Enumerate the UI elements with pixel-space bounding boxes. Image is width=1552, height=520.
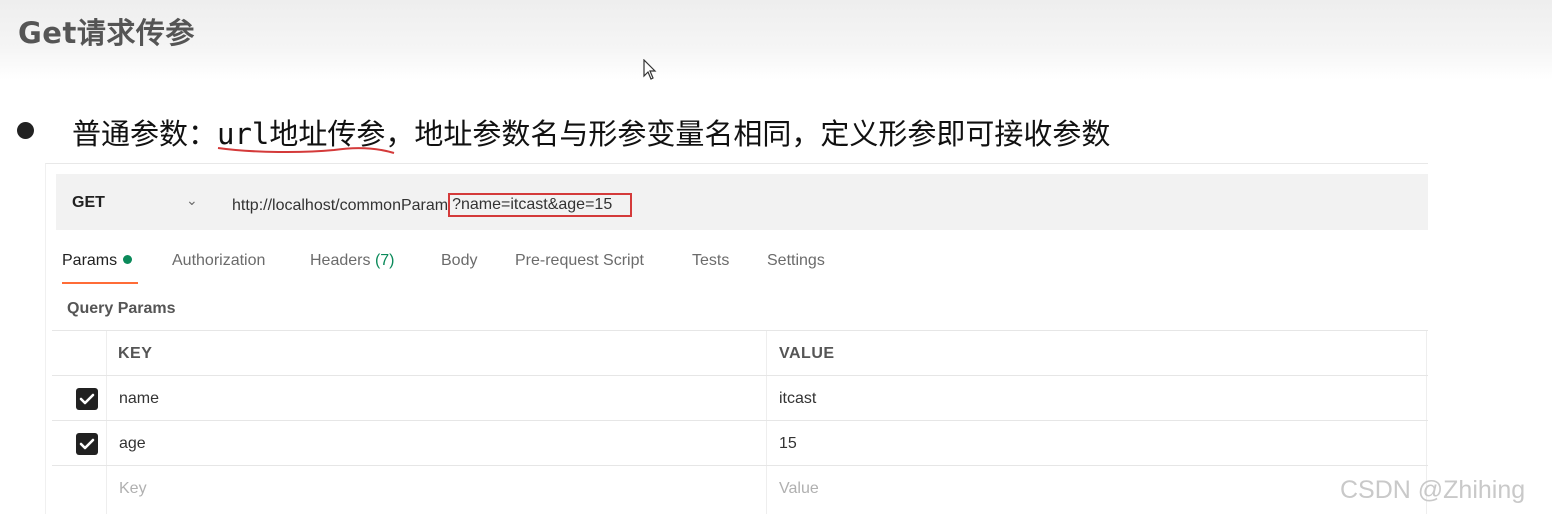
slide-header: Get请求传参: [0, 0, 1552, 80]
row-checkbox[interactable]: [76, 388, 98, 410]
table-row-empty: Key Value: [52, 465, 1428, 511]
table-row: age 15: [52, 420, 1428, 466]
tab-pre-request-script[interactable]: Pre-request Script: [515, 252, 644, 270]
mouse-cursor-icon: [643, 59, 657, 80]
query-params-label: Query Params: [67, 300, 176, 317]
tab-authorization[interactable]: Authorization: [172, 252, 265, 270]
param-key[interactable]: name: [119, 376, 159, 421]
table-header-row: KEY VALUE: [52, 330, 1428, 376]
tab-headers[interactable]: Headers (7): [310, 252, 395, 270]
params-status-dot: [123, 255, 133, 264]
red-annotation-underline: [217, 147, 395, 154]
param-key[interactable]: age: [119, 421, 146, 466]
slide-title: Get请求传参: [18, 16, 195, 50]
row-checkbox[interactable]: [76, 433, 98, 455]
postman-request-panel: GET ⌄ http://localhost/commonParam ?name=…: [45, 163, 1428, 514]
column-header-value: VALUE: [779, 345, 835, 362]
tab-params[interactable]: Params: [62, 252, 138, 284]
url-input[interactable]: http://localhost/commonParam ?name=itcast…: [232, 193, 633, 218]
table-row: name itcast: [52, 375, 1428, 421]
watermark: CSDN @Zhihing: [1340, 476, 1526, 504]
active-tab-underline: [62, 282, 138, 284]
url-bar: GET ⌄ http://localhost/commonParam ?name=…: [56, 174, 1428, 230]
url-query-highlight: ?name=itcast&age=15: [448, 193, 633, 217]
query-params-table: KEY VALUE name itcast age 15 Key Value: [52, 330, 1428, 514]
bullet-rest: 地址参数名与形参变量名相同，定义形参即可接收参数: [414, 117, 1111, 151]
headers-count: (7): [374, 252, 395, 269]
column-header-key: KEY: [118, 345, 153, 362]
tab-headers-label: Headers: [310, 252, 371, 269]
value-input[interactable]: Value: [779, 466, 819, 511]
chevron-down-icon[interactable]: ⌄: [186, 193, 198, 209]
tab-settings[interactable]: Settings: [767, 252, 825, 270]
tab-params-label: Params: [62, 252, 118, 269]
checkmark-icon: [79, 393, 95, 405]
param-value[interactable]: itcast: [779, 376, 816, 421]
bullet-label: 普通参数：: [72, 117, 218, 151]
key-input[interactable]: Key: [119, 466, 147, 511]
param-value[interactable]: 15: [779, 421, 797, 466]
checkmark-icon: [79, 438, 95, 450]
tab-tests[interactable]: Tests: [692, 252, 729, 270]
url-base: http://localhost/commonParam: [232, 197, 449, 214]
bullet-dot: [17, 122, 34, 139]
method-select[interactable]: GET: [72, 194, 105, 212]
tab-body[interactable]: Body: [441, 252, 477, 270]
